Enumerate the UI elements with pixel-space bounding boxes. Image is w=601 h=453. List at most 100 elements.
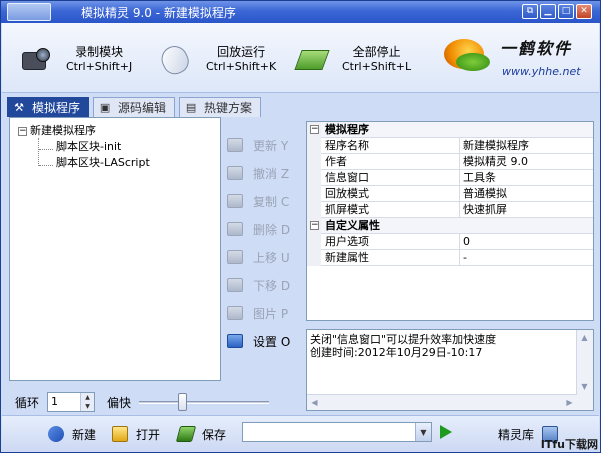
record-shortcut: Ctrl+Shift+J [66,60,133,73]
category-custom-properties[interactable]: − 自定义属性 [307,218,593,234]
tree-item-init[interactable]: 脚本区块-init [56,140,121,154]
spin-down-icon[interactable]: ▼ [81,402,95,411]
update-icon [227,138,243,152]
book-icon [294,44,330,74]
info-line: 创建时间:2012年10月29日-10:17 [310,346,483,359]
tools-icon: ⚒ [14,101,24,114]
minimize-icon[interactable]: ▁ [540,4,556,19]
undo-icon [227,166,243,180]
maximize-icon[interactable]: □ [558,4,574,19]
tree-connector [39,149,53,150]
save-icon [175,426,197,442]
tab-label: 源码编辑 [118,101,167,115]
loop-count-value[interactable]: 1 [51,395,58,408]
logo-url: www.yhhe.net [502,65,581,78]
tab-source-edit[interactable]: ▣ 源码编辑 [93,97,176,117]
title-bar[interactable]: 模拟精灵 9.0 - 新建模拟程序 ⧉ ▁ □ ✕ [1,1,600,23]
playback-label: 回放运行 [217,45,266,59]
app-icon [7,3,51,21]
window-controls: ⧉ ▁ □ ✕ [522,4,592,19]
settings-icon [227,334,243,348]
save-button[interactable]: 保存 [175,424,226,444]
horizontal-scrollbar[interactable]: ◀ ▶ [307,394,577,410]
image-button[interactable]: 图片 P [227,303,288,323]
delete-button[interactable]: 删除 D [227,219,290,239]
scroll-left-icon[interactable]: ◀ [307,395,322,410]
collapse-icon[interactable]: − [310,125,319,134]
bottom-bar: 新建 打开 保存 ▼ 精灵库 [2,415,599,451]
scroll-up-icon[interactable]: ▲ [577,330,592,345]
brand-logo: 一鹤软件 www.yhhe.net [442,29,592,87]
loop-count-stepper[interactable]: 1 ▲ ▼ [47,392,96,412]
move-up-icon [227,250,243,264]
play-icon[interactable] [440,425,452,439]
move-down-button[interactable]: 下移 D [227,275,290,295]
vertical-scrollbar[interactable]: ▲ ▼ [576,330,593,410]
tree-connector [39,165,53,166]
property-row[interactable]: 新建属性 - [307,250,593,266]
speed-slider-thumb[interactable] [178,393,188,411]
loop-speed-row: 循环 1 ▲ ▼ 偏快 [15,391,270,413]
main-toolbar: 录制模块 Ctrl+Shift+J 回放运行 Ctrl+Shift+K 全部停止… [2,23,599,93]
speed-label: 偏快 [107,395,132,410]
stop-all-label: 全部停止 [352,45,401,59]
property-row[interactable]: 回放模式 普通模拟 [307,186,593,202]
playback-shortcut: Ctrl+Shift+K [206,60,277,73]
scroll-down-icon[interactable]: ▼ [577,379,592,394]
info-panel[interactable]: 关闭"信息窗口"可以提升效率加快速度 创建时间:2012年10月29日-10:1… [306,329,594,411]
camcorder-icon [18,44,54,74]
tree-connector [38,138,39,166]
undo-button[interactable]: 撤消 Z [227,163,289,183]
info-text: 关闭"信息窗口"可以提升效率加快速度 创建时间:2012年10月29日-10:1… [310,333,574,359]
script-select[interactable]: ▼ [242,422,432,442]
category-simulation-program[interactable]: − 模拟程序 [307,122,593,138]
stop-all-button[interactable]: 全部停止 Ctrl+Shift+L [294,37,411,81]
spin-up-icon[interactable]: ▲ [81,393,95,402]
move-down-icon [227,278,243,292]
hotkey-icon: ▤ [185,101,197,114]
record-button[interactable]: 录制模块 Ctrl+Shift+J [18,37,132,81]
program-tree[interactable]: − 新建模拟程序 脚本区块-init 脚本区块-LAScript [9,117,221,381]
scroll-right-icon[interactable]: ▶ [562,395,577,410]
tab-label: 模拟程序 [32,101,81,115]
watermark-text: ITfu下载网 [540,438,598,451]
stop-all-shortcut: Ctrl+Shift+L [342,60,412,73]
tab-hotkey-scheme[interactable]: ▤ 热键方案 [179,97,262,117]
speed-slider[interactable] [139,393,270,411]
tab-simulation-program[interactable]: ⚒ 模拟程序 [7,97,90,117]
update-button[interactable]: 更新 Y [227,135,288,155]
delete-icon [227,222,243,236]
property-row[interactable]: 程序名称 新建模拟程序 [307,138,593,154]
settings-button[interactable]: 设置 O [227,331,290,351]
copy-icon [227,194,243,208]
mouse-icon [157,41,194,79]
restore-icon[interactable]: ⧉ [522,4,538,19]
close-icon[interactable]: ✕ [576,4,592,19]
tab-strip: ⚒ 模拟程序 ▣ 源码编辑 ▤ 热键方案 [7,97,265,117]
record-label: 录制模块 [75,45,124,59]
tab-label: 热键方案 [204,101,253,115]
folder-icon [112,426,128,442]
property-row[interactable]: 用户选项 0 [307,234,593,250]
loop-label: 循环 [15,395,40,410]
window-title: 模拟精灵 9.0 - 新建模拟程序 [81,6,236,20]
collapse-icon[interactable]: − [18,127,27,136]
app-window: 模拟精灵 9.0 - 新建模拟程序 ⧉ ▁ □ ✕ 录制模块 Ctrl+Shif… [0,0,601,453]
image-icon [227,306,243,320]
collapse-icon[interactable]: − [310,221,319,230]
tree-item-lascript[interactable]: 脚本区块-LAScript [56,156,150,170]
playback-button[interactable]: 回放运行 Ctrl+Shift+K [157,37,277,81]
property-grid[interactable]: − 模拟程序 程序名称 新建模拟程序 作者 模拟精灵 9.0 信息窗口 工具条 … [306,121,594,321]
copy-button[interactable]: 复制 C [227,191,289,211]
new-icon [48,426,64,442]
chevron-down-icon[interactable]: ▼ [415,423,431,441]
logo-text: 一鹤软件 [500,39,573,58]
open-button[interactable]: 打开 [112,424,160,444]
property-row[interactable]: 抓屏模式 快速抓屏 [307,202,593,218]
property-row[interactable]: 信息窗口 工具条 [307,170,593,186]
property-row[interactable]: 作者 模拟精灵 9.0 [307,154,593,170]
tree-root[interactable]: − 新建模拟程序 [18,124,96,138]
new-button[interactable]: 新建 [48,424,96,444]
code-icon: ▣ [99,101,111,114]
move-up-button[interactable]: 上移 U [227,247,290,267]
